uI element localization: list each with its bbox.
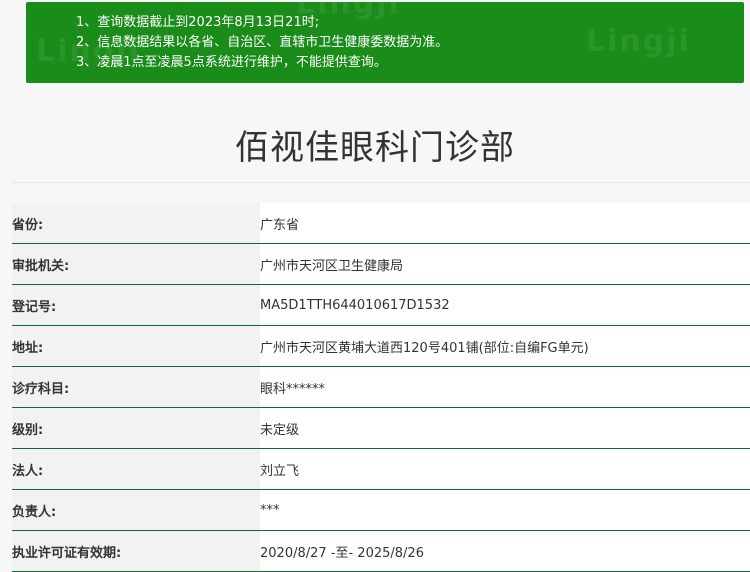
notice-line: 2、信息数据结果以各省、自治区、直辖市卫生健康委数据为准。 — [76, 35, 449, 50]
field-value: 广东省 — [260, 203, 750, 244]
divider — [12, 182, 750, 183]
field-label: 负责人: — [12, 489, 260, 531]
table-row: 法人: 刘立飞 — [12, 448, 750, 490]
field-label: 诊疗科目: — [12, 366, 260, 408]
field-value: 未定级 — [260, 407, 750, 449]
notice-line: 1、查询数据截止到2023年8月13日21时; — [76, 15, 320, 30]
notice-line: 3、凌晨1点至凌晨5点系统进行维护，不能提供查询。 — [76, 55, 387, 70]
table-row: 级别: 未定级 — [12, 407, 750, 449]
field-value: 2020/8/27 -至- 2025/8/26 — [260, 530, 750, 572]
table-row: 诊疗科目: 眼科****** — [12, 366, 750, 408]
table-row: 审批机关: 广州市天河区卫生健康局 — [12, 243, 750, 285]
field-label: 审批机关: — [12, 243, 260, 285]
field-label: 地址: — [12, 325, 260, 367]
page-title: 佰视佳眼科门诊部 — [235, 128, 515, 168]
field-label: 法人: — [12, 448, 260, 490]
field-label: 执业许可证有效期: — [12, 530, 260, 572]
table-row: 登记号: MA5D1TTH644010617D1532 — [12, 284, 750, 326]
field-value: 广州市天河区黄埔大道西120号401铺(部位:自编FG单元) — [260, 325, 750, 367]
info-table: 省份: 广东省 审批机关: 广州市天河区卫生健康局 登记号: MA5D1TTH6… — [12, 203, 750, 572]
field-value: 刘立飞 — [260, 448, 750, 490]
field-value: 眼科****** — [260, 366, 750, 408]
table-row: 地址: 广州市天河区黄埔大道西120号401铺(部位:自编FG单元) — [12, 325, 750, 367]
field-label: 登记号: — [12, 284, 260, 326]
field-label: 省份: — [12, 203, 260, 244]
field-value: MA5D1TTH644010617D1532 — [260, 284, 750, 326]
table-row: 负责人: *** — [12, 489, 750, 531]
field-label: 级别: — [12, 407, 260, 449]
field-value: *** — [260, 489, 750, 531]
field-value: 广州市天河区卫生健康局 — [260, 243, 750, 285]
table-row: 省份: 广东省 — [12, 203, 750, 244]
notice-banner: Lingji Lingji Lingji 1、查询数据截止到2023年8月13日… — [26, 2, 744, 83]
table-row: 执业许可证有效期: 2020/8/27 -至- 2025/8/26 — [12, 530, 750, 572]
